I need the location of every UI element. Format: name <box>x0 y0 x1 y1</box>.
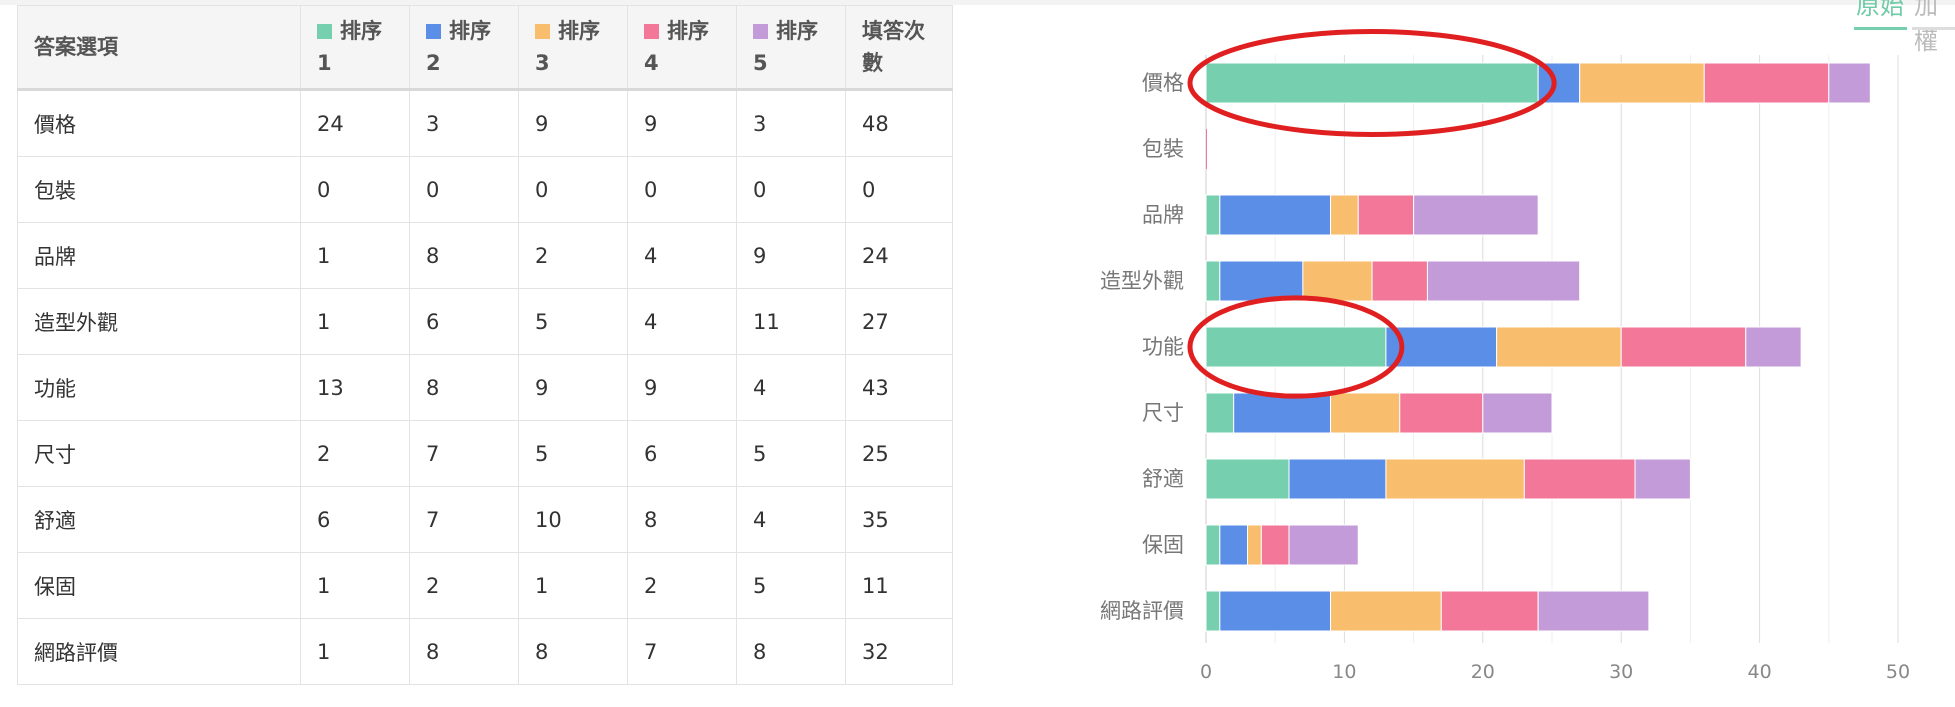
bar-segment-rank-1 <box>1205 458 1290 500</box>
bar-segment-rank-5 <box>1426 260 1581 302</box>
bar-segment-rank-2 <box>1288 458 1387 500</box>
bar-segment-rank-5 <box>1828 62 1871 104</box>
bar-segment-rank-2 <box>1233 392 1332 434</box>
bar-segment-rank-1 <box>1205 62 1539 104</box>
bar-segment-rank-3 <box>1330 194 1359 236</box>
bar-segment-rank-1 <box>1205 194 1221 236</box>
bar-segment-rank-4 <box>1620 326 1747 368</box>
bar-segment-rank-1 <box>1205 326 1387 368</box>
category-label: 保固 <box>1142 533 1184 557</box>
category-label: 尺寸 <box>1142 401 1184 425</box>
bar-segment-rank-2 <box>1219 524 1249 566</box>
x-tick-label: 40 <box>1748 661 1772 683</box>
category-label: 網路評價 <box>1100 599 1184 623</box>
bar-segment-rank-4 <box>1703 62 1830 104</box>
bar-segment-rank-3 <box>1385 458 1525 500</box>
bar-segment-rank-5 <box>1482 392 1553 434</box>
bar-segment-rank-1 <box>1205 524 1221 566</box>
x-tick-label: 30 <box>1609 661 1633 683</box>
bar-segment-rank-2 <box>1219 260 1304 302</box>
bar-segment-rank-5 <box>1288 524 1359 566</box>
bar-segment-rank-3 <box>1247 524 1262 566</box>
category-label: 品牌 <box>1142 203 1184 227</box>
bar-segment-rank-1 <box>1205 260 1221 302</box>
bar-segment-rank-4 <box>1260 524 1290 566</box>
category-label: 功能 <box>1142 335 1184 359</box>
bar-segment-rank-3 <box>1330 392 1401 434</box>
x-tick-label: 0 <box>1200 661 1212 683</box>
bar-segment-rank-2 <box>1219 590 1332 632</box>
bar-segment-rank-4 <box>1523 458 1636 500</box>
tab-weighted-underline <box>1912 27 1955 30</box>
stacked-bar-chart: 0 10 20 30 40 50 價格包裝品牌造型外觀功能尺寸舒適保固網路評價 <box>1100 29 1910 683</box>
bar-segment-rank-4 <box>1440 590 1539 632</box>
bar-segment-rank-4 <box>1357 194 1415 236</box>
bar-segment-rank-3 <box>1579 62 1705 104</box>
bar-segment-rank-3 <box>1302 260 1373 302</box>
x-tick-label: 50 <box>1886 661 1910 683</box>
bar-segment-rank-5 <box>1745 326 1802 368</box>
category-label: 包裝 <box>1142 137 1184 161</box>
category-label: 造型外觀 <box>1100 269 1184 293</box>
bar-segment-rank-4 <box>1371 260 1428 302</box>
tab-raw-underline <box>1854 27 1907 30</box>
bar-segment-rank-3 <box>1496 326 1622 368</box>
bar-segment-rank-5 <box>1413 194 1539 236</box>
x-tick-label: 10 <box>1332 661 1356 683</box>
bar-segment-rank-2 <box>1219 194 1332 236</box>
bar-segment-rank-1 <box>1205 392 1235 434</box>
category-label: 舒適 <box>1142 467 1184 491</box>
bar-segment-rank-1 <box>1205 590 1221 632</box>
x-tick-label: 20 <box>1471 661 1495 683</box>
bar-segment-rank-5 <box>1537 590 1650 632</box>
bar-segment-rank-5 <box>1634 458 1691 500</box>
tab-raw[interactable]: 原始 <box>1856 0 1904 21</box>
bar-segment-rank-3 <box>1330 590 1442 632</box>
bar-segment-rank-4 <box>1399 392 1484 434</box>
category-label: 價格 <box>1142 71 1184 95</box>
